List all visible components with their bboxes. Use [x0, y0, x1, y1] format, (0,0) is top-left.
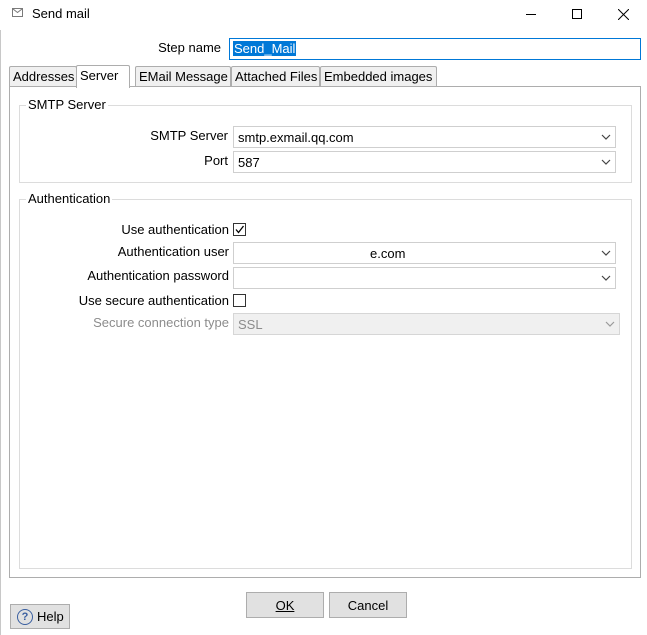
help-button[interactable]: ? Help [10, 604, 70, 629]
maximize-button[interactable] [554, 0, 600, 28]
close-button[interactable] [600, 0, 646, 28]
tab-email-message[interactable]: EMail Message [135, 66, 231, 87]
chevron-down-icon [601, 159, 611, 165]
tab-addresses[interactable]: Addresses [9, 66, 77, 87]
use-auth-label: Use authentication [121, 222, 229, 237]
minimize-button[interactable] [508, 0, 554, 28]
smtp-server-combo[interactable]: smtp.exmail.qq.com [233, 126, 616, 148]
step-name-label: Step name [158, 40, 221, 55]
use-auth-checkbox[interactable] [233, 223, 246, 236]
step-name-input[interactable]: Send_Mail [229, 38, 641, 60]
ok-button[interactable]: OK [246, 592, 324, 618]
secure-auth-checkbox[interactable] [233, 294, 246, 307]
port-value: 587 [238, 155, 260, 170]
server-tab-panel: SMTP Server SMTP Server smtp.exmail.qq.c… [9, 86, 641, 578]
conn-type-combo[interactable]: SSL [233, 313, 620, 335]
chevron-down-icon [601, 275, 611, 281]
conn-type-label: Secure connection type [93, 315, 229, 330]
auth-password-combo[interactable] [233, 267, 616, 289]
port-combo[interactable]: 587 [233, 151, 616, 173]
tab-server[interactable]: Server [76, 65, 130, 88]
help-label: Help [37, 609, 64, 624]
smtp-server-label: SMTP Server [150, 128, 228, 143]
auth-password-label: Authentication password [87, 268, 229, 283]
window-border [0, 30, 1, 635]
auth-user-label: Authentication user [117, 244, 229, 259]
help-icon: ? [17, 608, 33, 625]
maximize-icon [572, 9, 582, 19]
tab-attached-files[interactable]: Attached Files [231, 66, 320, 87]
tab-embedded-images[interactable]: Embedded images [320, 66, 437, 87]
smtp-server-value: smtp.exmail.qq.com [238, 130, 354, 145]
minimize-icon [526, 14, 536, 15]
checkmark-icon [235, 225, 245, 234]
secure-auth-label: Use secure authentication [78, 293, 229, 308]
auth-user-value: e.com [370, 246, 406, 261]
title-bar: Send mail [0, 0, 647, 30]
smtp-group-title: SMTP Server [26, 97, 108, 112]
auth-group-title: Authentication [26, 191, 113, 206]
cancel-button[interactable]: Cancel [329, 592, 407, 618]
chevron-down-icon [601, 134, 611, 140]
step-name-value: Send_Mail [233, 41, 297, 56]
port-label: Port [204, 153, 228, 168]
window-title: Send mail [32, 6, 90, 21]
mail-icon [12, 8, 23, 17]
conn-type-value: SSL [238, 317, 263, 332]
chevron-down-icon [601, 250, 611, 256]
ok-label: OK [275, 598, 295, 613]
auth-user-combo[interactable]: e.com [233, 242, 616, 264]
close-icon [617, 8, 629, 20]
chevron-down-icon [605, 321, 615, 327]
cancel-label: Cancel [347, 598, 389, 613]
